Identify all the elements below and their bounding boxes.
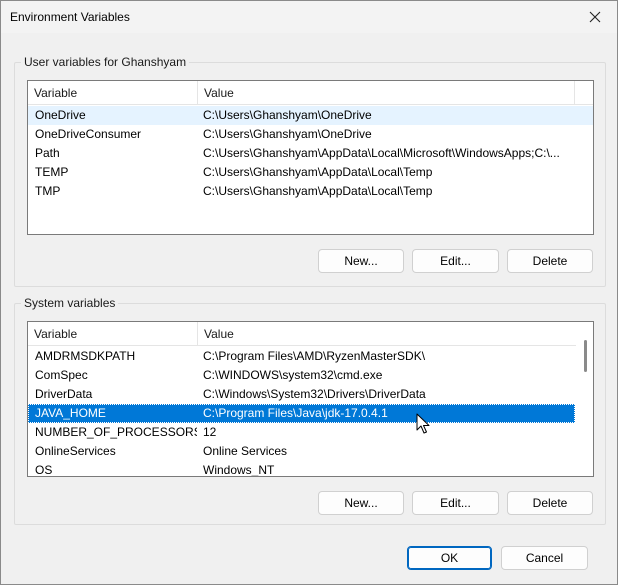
list-item-selected[interactable]: JAVA_HOME C:\Program Files\Java\jdk-17.0… bbox=[28, 404, 575, 423]
variable-value: C:\Users\Ghanshyam\AppData\Local\Microso… bbox=[203, 146, 560, 160]
variable-name: JAVA_HOME bbox=[35, 406, 106, 420]
user-new-button[interactable]: New... bbox=[318, 249, 404, 273]
variable-name: OneDrive bbox=[35, 108, 86, 122]
list-item[interactable]: Path C:\Users\Ghanshyam\AppData\Local\Mi… bbox=[28, 144, 593, 163]
variable-value: C:\Users\Ghanshyam\AppData\Local\Temp bbox=[203, 165, 433, 179]
window-title: Environment Variables bbox=[10, 10, 130, 24]
list-item[interactable]: ComSpec C:\WINDOWS\system32\cmd.exe bbox=[28, 366, 593, 385]
variable-name: TEMP bbox=[35, 165, 69, 179]
system-edit-button[interactable]: Edit... bbox=[412, 491, 499, 515]
system-variables-list[interactable]: Variable Value AMDRMSDKPATH C:\Program F… bbox=[27, 321, 594, 477]
variable-name: AMDRMSDKPATH bbox=[35, 349, 136, 363]
list-item[interactable]: OS Windows_NT bbox=[28, 461, 593, 477]
variable-name: OneDriveConsumer bbox=[35, 127, 142, 141]
column-header-variable[interactable]: Variable bbox=[28, 322, 198, 346]
system-variables-scrollbar[interactable] bbox=[576, 322, 593, 476]
variable-value: C:\Program Files\Java\jdk-17.0.4.1 bbox=[203, 406, 388, 420]
user-variables-list[interactable]: Variable Value OneDrive C:\Users\Ghanshy… bbox=[27, 80, 594, 235]
variable-name: Path bbox=[35, 146, 60, 160]
user-delete-button[interactable]: Delete bbox=[507, 249, 593, 273]
column-header-value[interactable]: Value bbox=[198, 322, 575, 346]
variable-name: TMP bbox=[35, 184, 61, 198]
variable-value: C:\Users\Ghanshyam\AppData\Local\Temp bbox=[203, 184, 433, 198]
variable-name: OnlineServices bbox=[35, 444, 116, 458]
variable-name: ComSpec bbox=[35, 368, 88, 382]
system-variables-header: Variable Value bbox=[28, 322, 593, 346]
variable-value: 12 bbox=[203, 425, 217, 439]
list-item[interactable]: OneDrive C:\Users\Ghanshyam\OneDrive bbox=[28, 106, 593, 125]
cancel-button[interactable]: Cancel bbox=[501, 546, 588, 570]
list-item[interactable]: DriverData C:\Windows\System32\Drivers\D… bbox=[28, 385, 593, 404]
column-header-variable[interactable]: Variable bbox=[28, 81, 198, 105]
close-button[interactable] bbox=[573, 1, 617, 33]
user-edit-button[interactable]: Edit... bbox=[412, 249, 499, 273]
variable-value: C:\WINDOWS\system32\cmd.exe bbox=[203, 368, 383, 382]
list-item[interactable]: AMDRMSDKPATH C:\Program Files\AMD\RyzenM… bbox=[28, 347, 593, 366]
system-delete-button[interactable]: Delete bbox=[507, 491, 593, 515]
variable-name: OS bbox=[35, 463, 53, 477]
list-item[interactable]: NUMBER_OF_PROCESSORS 12 bbox=[28, 423, 593, 442]
mouse-pointer-icon bbox=[416, 413, 430, 434]
variable-value: Windows_NT bbox=[203, 463, 275, 477]
system-variables-label: System variables bbox=[21, 296, 119, 310]
title-bar: Environment Variables bbox=[1, 1, 617, 33]
variable-value: C:\Program Files\AMD\RyzenMasterSDK\ bbox=[203, 349, 426, 363]
system-new-button[interactable]: New... bbox=[318, 491, 404, 515]
ok-button[interactable]: OK bbox=[407, 546, 492, 570]
variable-name: NUMBER_OF_PROCESSORS bbox=[35, 425, 197, 439]
scrollbar-thumb[interactable] bbox=[584, 340, 587, 372]
variable-name: DriverData bbox=[35, 387, 93, 401]
variable-value: Online Services bbox=[203, 444, 288, 458]
user-variables-label: User variables for Ghanshyam bbox=[21, 55, 190, 69]
list-item[interactable]: OnlineServices Online Services bbox=[28, 442, 593, 461]
variable-value: C:\Windows\System32\Drivers\DriverData bbox=[203, 387, 426, 401]
list-item[interactable]: OneDriveConsumer C:\Users\Ghanshyam\OneD… bbox=[28, 125, 593, 144]
list-item[interactable]: TMP C:\Users\Ghanshyam\AppData\Local\Tem… bbox=[28, 182, 593, 201]
user-variables-header: Variable Value bbox=[28, 81, 593, 105]
close-icon bbox=[589, 11, 601, 23]
list-item[interactable]: TEMP C:\Users\Ghanshyam\AppData\Local\Te… bbox=[28, 163, 593, 182]
environment-variables-dialog: Environment Variables User variables for… bbox=[0, 0, 618, 585]
variable-value: C:\Users\Ghanshyam\OneDrive bbox=[203, 108, 372, 122]
variable-value: C:\Users\Ghanshyam\OneDrive bbox=[203, 127, 372, 141]
column-header-value[interactable]: Value bbox=[198, 81, 575, 105]
